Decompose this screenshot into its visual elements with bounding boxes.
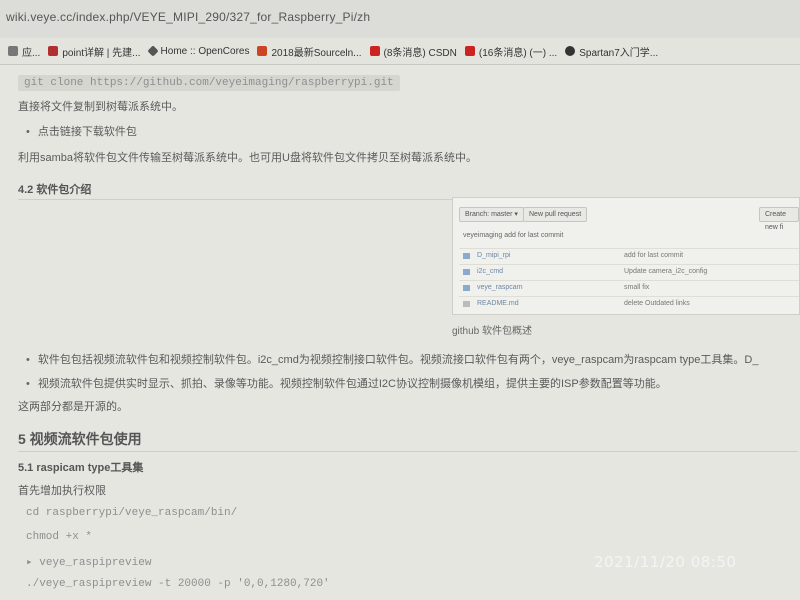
bookmark-favicon-icon xyxy=(48,46,59,56)
preview-command: ./veye_raspipreview -t 20000 -p '0,0,128… xyxy=(26,578,330,590)
csdn-icon xyxy=(464,46,475,56)
copy-instruction: 直接将文件复制到树莓派系统中。 xyxy=(18,101,183,113)
commit-message: delete Outdated links xyxy=(624,300,690,307)
section-4-2-heading: 4.2 软件包介绍 xyxy=(18,184,92,196)
clone-command: git clone https://github.com/veyeimaging… xyxy=(18,75,400,91)
address-bar[interactable]: wiki.veye.cc/index.php/VEYE_MIPI_290/327… xyxy=(0,0,800,38)
file-name: D_mipi_rpi xyxy=(477,252,511,259)
bookmark-label: 应... xyxy=(22,47,41,59)
preview-item: ▸ veye_raspipreview xyxy=(26,557,152,569)
folder-icon xyxy=(463,269,470,275)
opencores-diamond-icon xyxy=(146,45,159,57)
bookmarks-bar: 应... point详解 | 先建... Home :: OpenCores 2… xyxy=(0,38,800,65)
chmod-command: chmod +x * xyxy=(26,531,93,543)
figure-caption: github 软件包概述 xyxy=(452,326,533,337)
photo-timestamp: 2021/11/20 08:50 xyxy=(594,553,737,571)
commit-message: small fix xyxy=(624,284,650,291)
commit-line: veyeimaging add for last commit xyxy=(463,232,564,239)
url-text[interactable]: wiki.veye.cc/index.php/VEYE_MIPI_290/327… xyxy=(6,10,370,24)
file-name: README.md xyxy=(477,300,519,307)
cd-command: cd raspberrypi/veye_raspcam/bin/ xyxy=(26,507,238,519)
permission-instruction: 首先增加执行权限 xyxy=(18,485,106,497)
file-row: README.md delete Outdated links xyxy=(459,296,799,313)
bookmark-5[interactable]: (16条消息) (一) ... xyxy=(464,44,558,59)
samba-instruction: 利用samba将软件包文件传输至树莓派系统中。也可用U盘将软件包文件拷贝至树莓派… xyxy=(18,152,477,164)
bookmark-label: 2018最新Sourceln... xyxy=(271,47,362,59)
commit-message: add for last commit xyxy=(624,252,684,259)
bookmark-label: point详解 | 先建... xyxy=(62,47,141,59)
section-5-1-heading: 5.1 raspicam type工具集 xyxy=(18,462,144,474)
bookmark-6[interactable]: Spartan7入门学... xyxy=(565,44,658,59)
github-icon xyxy=(565,46,576,56)
bookmark-3[interactable]: 2018最新Sourceln... xyxy=(257,44,362,59)
package-description: 软件包包括视频流软件包和视频控制软件包。i2c_cmd为视频控制接口软件包。视频… xyxy=(26,351,759,367)
bookmark-favicon-icon xyxy=(8,46,18,56)
bookmark-favicon-icon xyxy=(257,46,268,56)
new-pull-request-button: New pull request xyxy=(523,207,588,222)
wiki-content: git clone https://github.com/veyeimaging… xyxy=(0,65,800,600)
create-file-button: Create new fi xyxy=(759,207,799,231)
bookmark-0[interactable]: 应... xyxy=(8,44,40,59)
file-name: i2c_cmd xyxy=(477,268,504,275)
commit-message: Update camera_i2c_config xyxy=(624,268,708,275)
package-function: 视频流软件包提供实时显示、抓拍、录像等功能。视频控制软件包通过I2C协议控制摄像… xyxy=(26,375,667,391)
csdn-icon xyxy=(369,46,380,56)
bookmark-2[interactable]: Home :: OpenCores xyxy=(146,45,250,57)
bookmark-label: (16条消息) (一) ... xyxy=(478,47,558,59)
branch-button: Branch: master ▾ xyxy=(459,207,524,222)
open-source-note: 这两部分都是开源的。 xyxy=(18,401,128,413)
bookmark-4[interactable]: (8条消息) CSDN xyxy=(369,44,457,59)
github-screenshot: Branch: master ▾ New pull request Create… xyxy=(452,197,800,315)
file-row: i2c_cmd Update camera_i2c_config xyxy=(459,264,799,281)
file-name: veye_raspcam xyxy=(477,284,523,291)
folder-icon xyxy=(463,285,470,291)
bookmark-1[interactable]: point详解 | 先建... xyxy=(48,44,141,59)
divider xyxy=(18,451,798,452)
download-link[interactable]: 点击链接下载软件包 xyxy=(26,123,137,139)
section-5-heading: 5 视频流软件包使用 xyxy=(18,431,142,447)
file-row: veye_raspcam small fix xyxy=(459,280,799,297)
folder-icon xyxy=(463,253,470,259)
file-icon xyxy=(463,301,470,307)
bookmark-label: Home :: OpenCores xyxy=(160,45,250,57)
file-row: D_mipi_rpi add for last commit xyxy=(459,248,799,265)
bookmark-label: Spartan7入门学... xyxy=(579,47,659,59)
bookmark-label: (8条消息) CSDN xyxy=(383,47,457,59)
